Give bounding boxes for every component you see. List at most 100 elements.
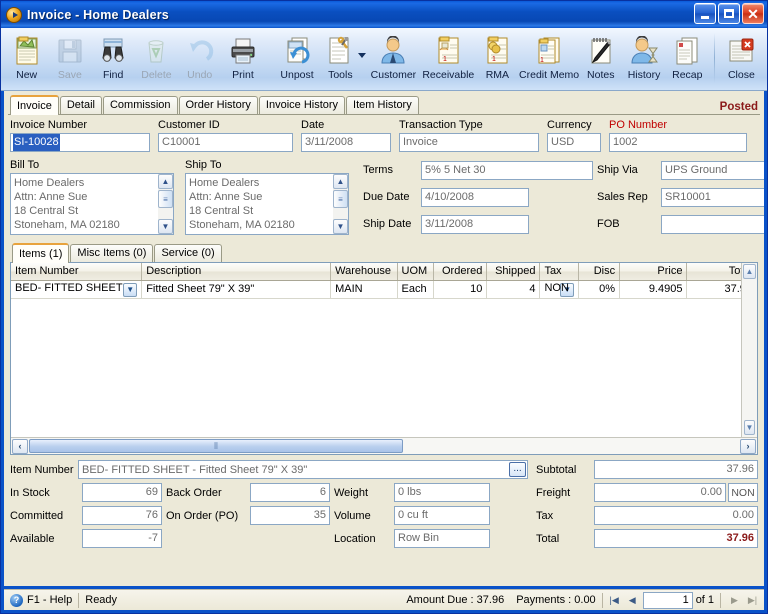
freight-value: 0.00 (700, 486, 722, 498)
weight-input[interactable]: 0 lbs (394, 483, 490, 502)
prev-record-icon[interactable]: ◀ (625, 593, 640, 608)
scroll-up-icon[interactable]: ▲ (158, 174, 173, 189)
col-warehouse[interactable]: Warehouse (330, 263, 398, 281)
col-disc[interactable]: Disc (578, 263, 621, 281)
tab-invoice[interactable]: Invoice (10, 95, 59, 115)
toolbar-button-close[interactable]: Close (720, 31, 763, 88)
toolbar-button-customer[interactable]: Customer (366, 31, 421, 88)
help-cell[interactable]: ? F1 - Help (4, 590, 78, 610)
toolbar-button-new[interactable]: New (5, 31, 48, 88)
volume-input[interactable]: 0 cu ft (394, 506, 490, 525)
cell-uom[interactable]: Each (397, 280, 435, 299)
transaction-type-input[interactable]: Invoice (399, 133, 539, 152)
toolbar-button-undo[interactable]: Undo (178, 31, 221, 88)
tab-item-history[interactable]: Item History (346, 96, 419, 114)
minimize-button[interactable] (694, 3, 716, 24)
record-number-input[interactable]: 1 (642, 591, 693, 609)
freight-input[interactable]: 0.00 (594, 483, 726, 502)
toolbar-button-delete[interactable]: Delete (135, 31, 178, 88)
currency-input[interactable]: USD (547, 133, 601, 152)
scroll-right-icon[interactable]: › (740, 438, 756, 454)
scroll-down-icon[interactable]: ▼ (158, 219, 173, 234)
toolbar-button-print[interactable]: Print (221, 31, 264, 88)
grid-vertical-scrollbar[interactable]: ▲ ▼ (741, 263, 757, 437)
detail-item-number-input[interactable]: BED- FITTED SHEET - Fitted Sheet 79" X 3… (78, 460, 528, 479)
toolbar-button-save[interactable]: Save (48, 31, 91, 88)
toolbar-label: Recap (672, 69, 703, 81)
bill-to-textarea[interactable]: Home Dealers Attn: Anne Sue 18 Central S… (10, 173, 174, 235)
close-button[interactable]: ✕ (742, 3, 764, 24)
table-row[interactable]: ▼ BED- FITTED SHEET Fitted Sheet 79" X 3… (11, 280, 757, 299)
toolbar-button-find[interactable]: Find (92, 31, 135, 88)
col-shipped[interactable]: Shipped (486, 263, 541, 281)
scrollbar-thumb[interactable] (29, 439, 403, 453)
col-price[interactable]: Price (619, 263, 688, 281)
tab-invoice-history[interactable]: Invoice History (258, 96, 346, 114)
toolbar-button-tools[interactable]: Tools (319, 31, 362, 88)
cell-price[interactable]: 9.4905 (619, 280, 688, 299)
tab-order-history[interactable]: Order History (178, 96, 258, 114)
scroll-down-icon[interactable]: ▼ (333, 219, 348, 234)
ship-to-scrollbar[interactable]: ▲ ▼ (333, 174, 348, 234)
toolbar-button-unpost[interactable]: Unpost (275, 31, 318, 88)
invoice-number-input[interactable]: SI-10028 (10, 133, 150, 152)
cell-tax[interactable]: ▼ NON (539, 280, 580, 299)
bill-to-scrollbar[interactable]: ▲ ▼ (158, 174, 173, 234)
terms-input[interactable]: 5% 5 Net 30 (421, 160, 593, 180)
chevron-down-icon[interactable]: ▼ (123, 282, 138, 297)
scroll-up-icon[interactable]: ▲ (333, 174, 348, 189)
grid-horizontal-scrollbar[interactable]: ‹ › (11, 437, 757, 454)
available-input[interactable]: -7 (82, 529, 162, 548)
ship-via-input[interactable]: UPS Ground (661, 160, 764, 180)
toolbar-button-receivable[interactable]: 1 Receivable (421, 31, 476, 88)
scroll-up-icon[interactable]: ▲ (743, 264, 756, 279)
tab-items[interactable]: Items (1) (12, 243, 70, 263)
toolbar-button-history[interactable]: History (622, 31, 665, 88)
toolbar-button-recap[interactable]: Recap (666, 31, 709, 88)
cell-ordered[interactable]: 10 (433, 280, 488, 299)
due-date-input[interactable]: 4/10/2008 (421, 187, 529, 207)
col-description[interactable]: Description (141, 263, 332, 281)
freight-tax-code[interactable]: NON (728, 483, 758, 502)
ship-to-textarea[interactable]: Home Dealers Attn: Anne Sue 18 Central S… (185, 173, 349, 235)
date-input[interactable]: 3/11/2008 (301, 133, 391, 152)
lookup-ellipsis-button[interactable]: ... (509, 462, 526, 477)
tab-service[interactable]: Service (0) (154, 244, 222, 262)
chevron-down-icon[interactable] (357, 53, 366, 58)
toolbar-button-rma[interactable]: 1 RMA (476, 31, 519, 88)
scrollbar-thumb[interactable] (333, 190, 348, 208)
col-item-number[interactable]: Item Number (11, 263, 143, 281)
cell-disc[interactable]: 0% (578, 280, 621, 299)
customer-id-input[interactable]: C10001 (158, 133, 293, 152)
cell-description[interactable]: Fitted Sheet 79" X 39" (141, 280, 332, 299)
last-record-icon[interactable]: ▶| (745, 593, 760, 608)
in-stock-input[interactable]: 69 (82, 483, 162, 502)
on-order-po-input[interactable]: 35 (250, 506, 330, 525)
committed-input[interactable]: 76 (82, 506, 162, 525)
scroll-left-icon[interactable]: ‹ (12, 438, 28, 454)
cell-shipped[interactable]: 4 (486, 280, 541, 299)
po-number-input[interactable]: 1002 (609, 133, 747, 152)
sales-rep-input[interactable]: SR10001 (661, 187, 764, 207)
tab-misc-items[interactable]: Misc Items (0) (70, 244, 154, 262)
first-record-icon[interactable]: |◀ (607, 593, 622, 608)
scrollbar-thumb[interactable] (158, 190, 173, 208)
cell-warehouse[interactable]: MAIN (330, 280, 398, 299)
toolbar-button-credit-memo[interactable]: 1 Credit Memo (519, 31, 579, 88)
location-input[interactable]: Row Bin (394, 529, 490, 548)
next-record-icon[interactable]: ▶ (727, 593, 742, 608)
tab-detail[interactable]: Detail (59, 96, 102, 114)
line-items-grid[interactable]: Item Number Description Warehouse UOM Or… (10, 262, 758, 455)
col-tax[interactable]: Tax (539, 263, 580, 281)
cell-item-number[interactable]: ▼ BED- FITTED SHEET (11, 280, 143, 299)
maximize-button[interactable] (718, 3, 740, 24)
fob-input[interactable] (661, 214, 764, 234)
col-uom[interactable]: UOM (397, 263, 435, 281)
scroll-down-icon[interactable]: ▼ (744, 420, 755, 435)
back-order-input[interactable]: 6 (250, 483, 330, 502)
ship-date-input[interactable]: 3/11/2008 (421, 214, 529, 234)
col-ordered[interactable]: Ordered (433, 263, 488, 281)
svg-text:1: 1 (492, 56, 496, 63)
toolbar-button-notes[interactable]: Notes (579, 31, 622, 88)
tab-commission[interactable]: Commission (102, 96, 178, 114)
